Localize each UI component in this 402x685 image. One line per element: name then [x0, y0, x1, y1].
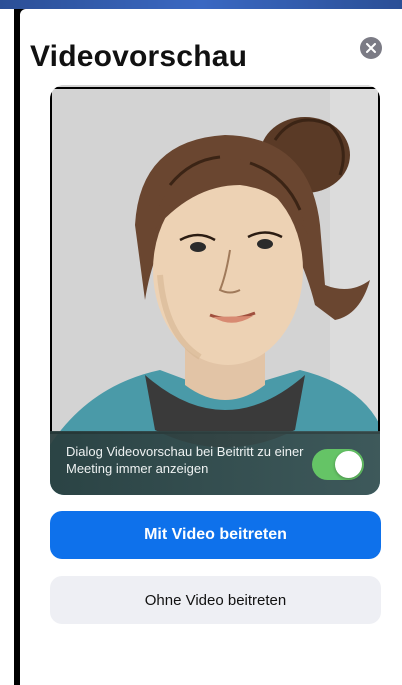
always-show-preview-label: Dialog Videovorschau bei Beitritt zu ein…	[66, 444, 304, 476]
dialog-title: Videovorschau	[30, 40, 248, 73]
always-show-preview-row: Dialog Videovorschau bei Beitritt zu ein…	[50, 431, 380, 495]
always-show-preview-toggle[interactable]	[312, 449, 364, 480]
join-with-video-button[interactable]: Mit Video beitreten	[50, 511, 381, 559]
preview-frame-border	[50, 87, 380, 434]
join-without-video-button[interactable]: Ohne Video beitreten	[50, 576, 381, 624]
video-preview: Dialog Videovorschau bei Beitritt zu ein…	[50, 85, 380, 495]
close-icon	[366, 43, 376, 53]
toggle-knob	[335, 451, 362, 478]
close-button[interactable]	[360, 37, 382, 59]
top-accent-strip	[0, 0, 402, 9]
